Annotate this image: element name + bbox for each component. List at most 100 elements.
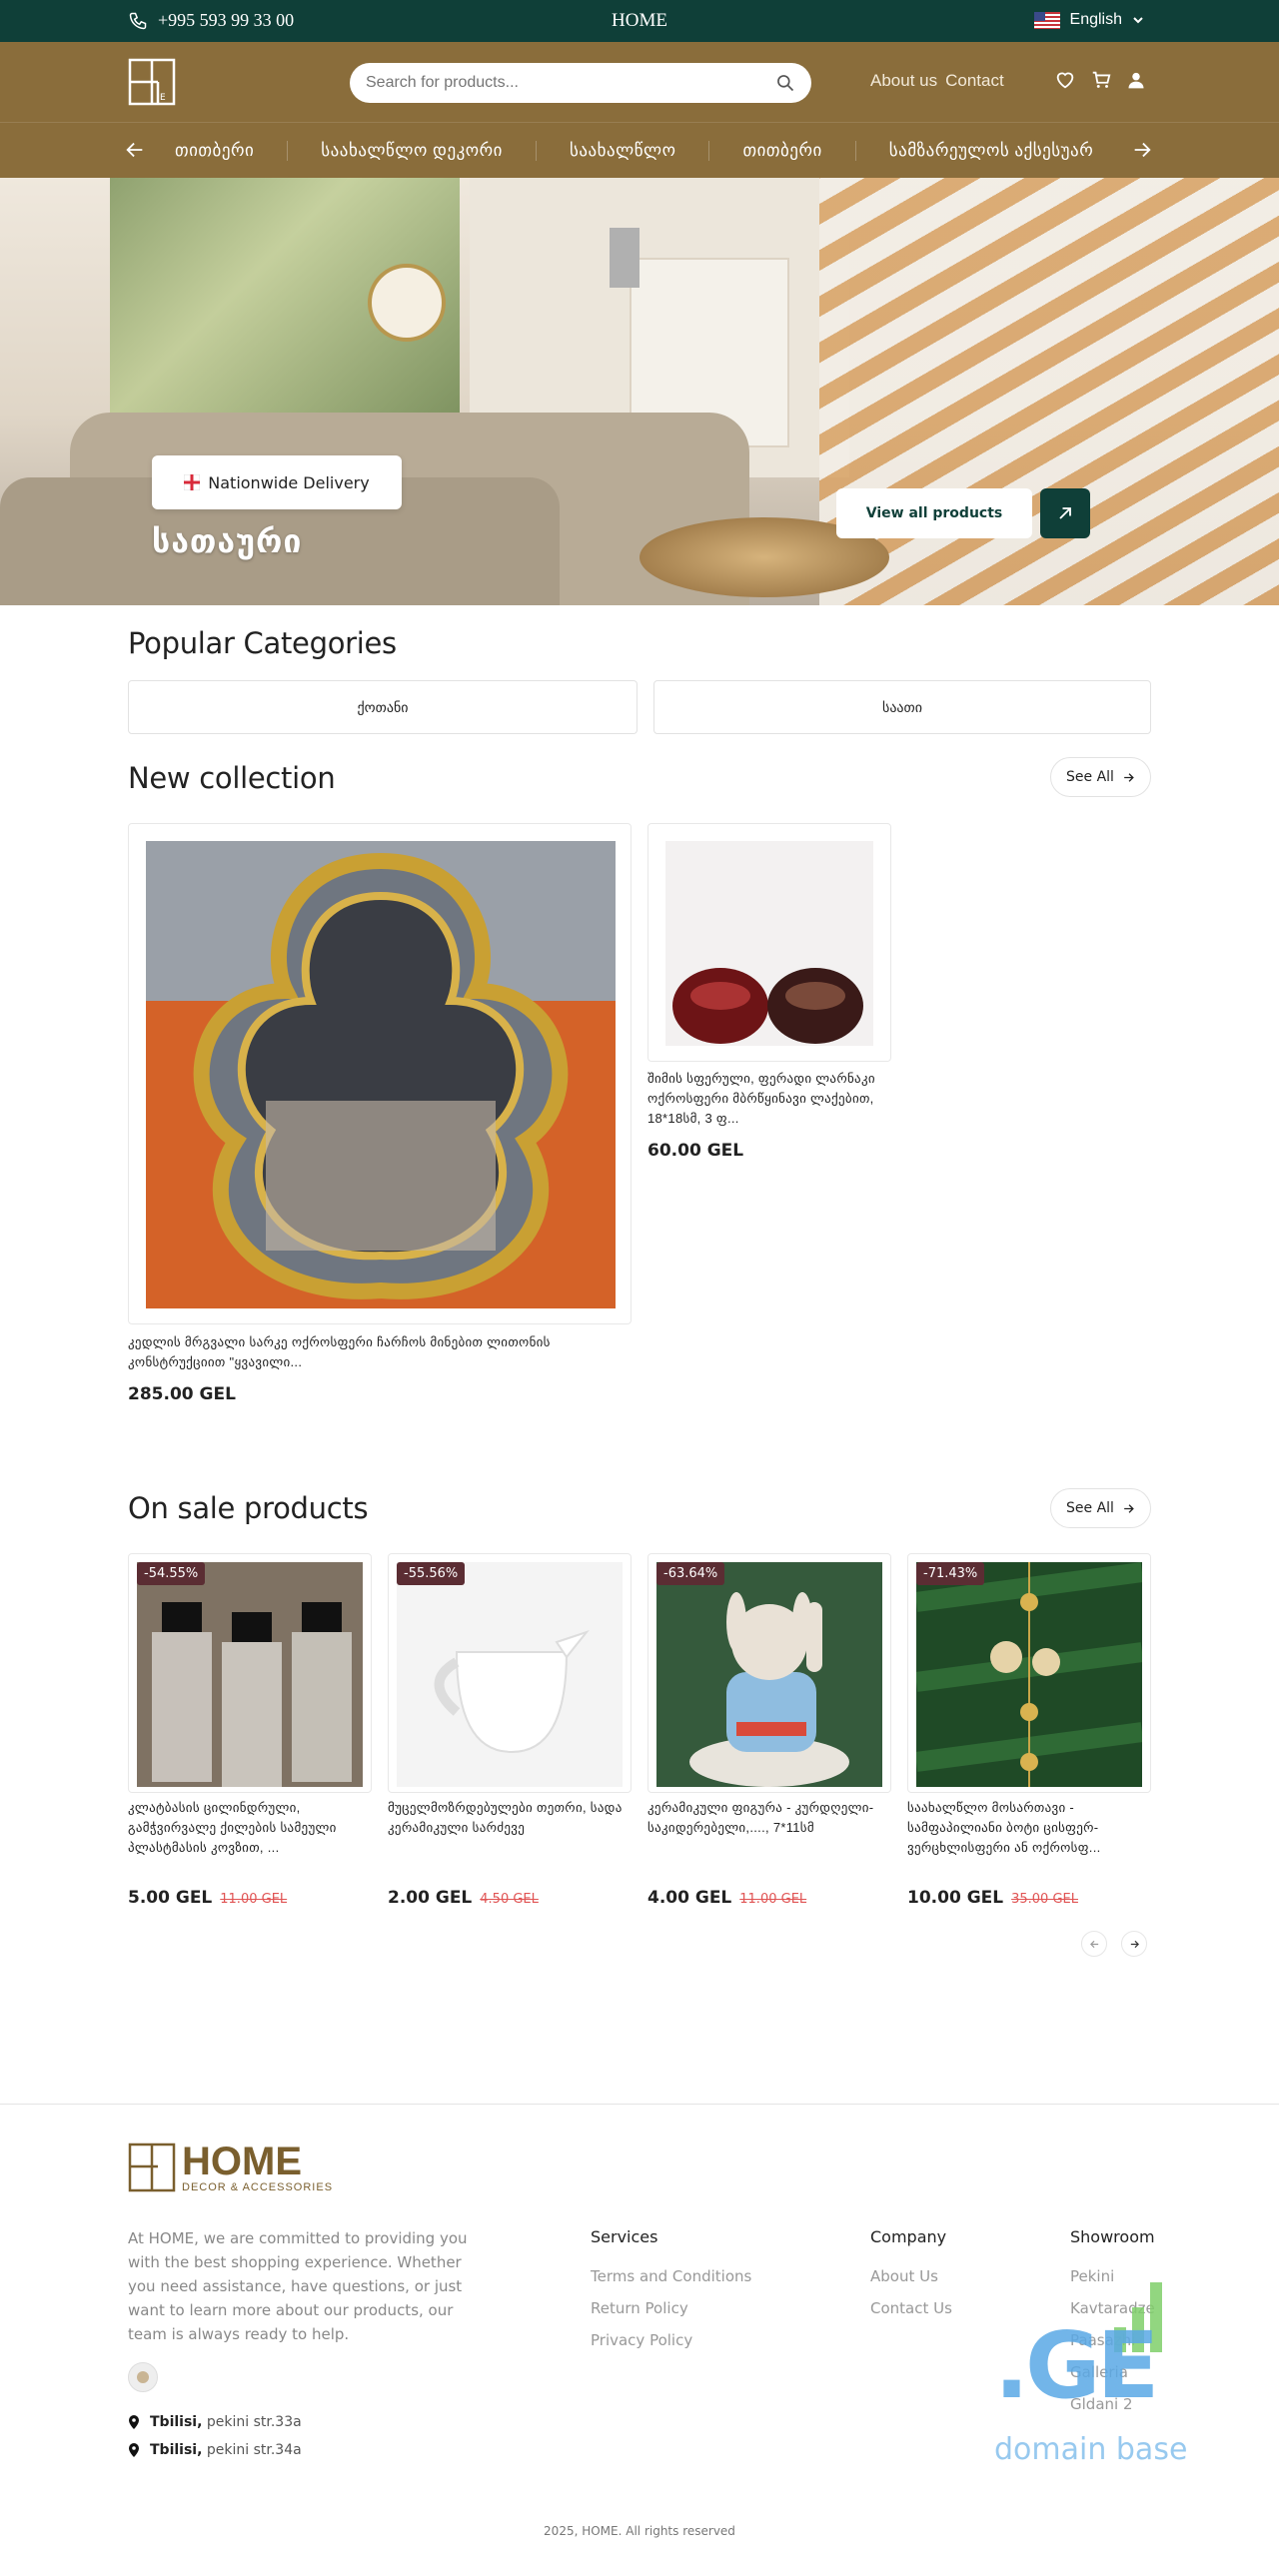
hero-lamp-image — [610, 228, 640, 288]
logo[interactable]: E — [128, 58, 176, 106]
category-nav: თითბერი საახალწლო დეკორი საახალწლო თითბე… — [0, 122, 1279, 178]
discount-badge: -55.56% — [397, 1562, 466, 1585]
search-bar — [350, 63, 811, 103]
delivery-badge-label: Nationwide Delivery — [208, 472, 370, 492]
product-title[interactable]: კერამიკული ფიგურა - კურდღელი-საკიდერებელ… — [647, 1798, 892, 1838]
view-all-products-button[interactable]: View all products — [836, 488, 1032, 538]
product-image[interactable] — [665, 841, 873, 1046]
phone-link[interactable]: +995 593 99 33 00 — [128, 10, 294, 31]
discount-badge: -71.43% — [916, 1562, 985, 1585]
hero-banner: Nationwide Delivery სათაური View all pro… — [0, 178, 1279, 605]
address-line: Tbilisi, pekini str.34a — [128, 2442, 302, 2458]
product-title[interactable]: კედლის მრგვალი სარკე ოქროსფერი ჩარჩოს მი… — [128, 1332, 628, 1372]
see-all-button[interactable]: See All — [1050, 757, 1151, 797]
product-image[interactable] — [916, 1562, 1142, 1787]
cart-icon[interactable] — [1090, 69, 1112, 91]
arrow-left-icon — [1089, 1940, 1098, 1948]
footer-logo-word: HOME — [182, 2140, 302, 2183]
see-all-button[interactable]: See All — [1050, 1488, 1151, 1528]
product-card[interactable]: -55.56% — [388, 1553, 632, 1793]
svg-text:E: E — [160, 93, 166, 103]
arrow-left-icon[interactable] — [124, 139, 146, 161]
social-logo-icon — [137, 2371, 149, 2383]
location-pin-icon — [129, 2415, 139, 2429]
product-title[interactable]: საახალწლო მოსართავი - სამფაპილიანი ბოტი … — [907, 1798, 1152, 1858]
language-label: English — [1069, 11, 1122, 28]
product-card[interactable]: -63.64% — [647, 1553, 891, 1793]
category-nav-item[interactable]: საახალწლო დეკორი — [288, 141, 537, 161]
product-image[interactable] — [146, 841, 616, 1308]
see-all-label: See All — [1066, 1500, 1114, 1516]
category-nav-item[interactable]: თითბერი — [709, 141, 856, 161]
hero-title: სათაური — [152, 523, 303, 559]
address-line: Tbilisi, pekini str.33a — [128, 2414, 302, 2430]
delivery-badge: Nationwide Delivery — [152, 455, 402, 509]
chevron-down-icon — [1133, 17, 1143, 24]
address-street: pekini str.33a — [206, 2414, 302, 2430]
search-input[interactable] — [366, 74, 775, 92]
product-price: 4.00 GEL 11.00 GEL — [647, 1888, 806, 1908]
privacy-policy-link[interactable]: Privacy Policy — [591, 2331, 692, 2349]
product-image[interactable] — [397, 1562, 623, 1787]
old-price: 35.00 GEL — [1011, 1892, 1078, 1907]
product-title[interactable]: შიმის სფერული, ფერადი ლარნაკი ოქროსფერი … — [647, 1069, 897, 1129]
main-header: E About us Contact — [0, 42, 1279, 122]
about-us-footer-link[interactable]: About Us — [870, 2267, 938, 2285]
footer-logo[interactable]: HOME DECOR & ACCESSORIES — [128, 2142, 333, 2193]
contact-link[interactable]: Contact — [945, 71, 1004, 91]
arrow-right-icon[interactable] — [1131, 139, 1153, 161]
us-flag-icon — [1033, 11, 1060, 29]
product-card[interactable] — [647, 823, 891, 1062]
discount-badge: -54.55% — [137, 1562, 206, 1585]
old-price: 4.50 GEL — [480, 1892, 539, 1907]
sale-price: 4.00 GEL — [647, 1888, 732, 1908]
discount-badge: -63.64% — [656, 1562, 725, 1585]
product-image[interactable] — [656, 1562, 882, 1787]
product-price: 2.00 GEL 4.50 GEL — [388, 1888, 539, 1908]
sale-price: 10.00 GEL — [907, 1888, 1004, 1908]
language-selector[interactable]: English — [1033, 11, 1144, 29]
footer-about-text: At HOME, we are committed to providing y… — [128, 2229, 468, 2343]
category-nav-item[interactable]: თითბერი — [160, 141, 289, 161]
location-pin-icon — [129, 2443, 139, 2457]
search-icon[interactable] — [775, 73, 795, 93]
old-price: 11.00 GEL — [739, 1892, 807, 1907]
product-price: 60.00 GEL — [647, 1141, 744, 1161]
product-title[interactable]: კლატბასის ცილინდრული, გამჭვირვალე ქილები… — [128, 1798, 373, 1858]
product-image[interactable] — [137, 1562, 363, 1787]
creamer-image — [397, 1562, 623, 1787]
product-price: 10.00 GEL 35.00 GEL — [907, 1888, 1078, 1908]
view-all-arrow-button[interactable] — [1040, 488, 1090, 538]
old-price: 11.00 GEL — [220, 1892, 288, 1907]
product-card[interactable]: -71.43% — [907, 1553, 1151, 1793]
contact-us-footer-link[interactable]: Contact Us — [870, 2299, 952, 2317]
category-nav-item[interactable]: საახალწლო — [537, 141, 710, 161]
ornament-image — [916, 1562, 1142, 1787]
category-nav-item[interactable]: სამზარეულოს აქსესუარ — [856, 141, 1126, 161]
category-card[interactable]: ქოთანი — [128, 680, 638, 734]
product-price: 5.00 GEL 11.00 GEL — [128, 1888, 287, 1908]
carousel-next-button[interactable] — [1121, 1931, 1147, 1957]
product-card[interactable] — [128, 823, 632, 1324]
return-policy-link[interactable]: Return Policy — [591, 2299, 688, 2317]
sale-price: 2.00 GEL — [388, 1888, 473, 1908]
user-icon[interactable] — [1126, 70, 1146, 90]
phone-icon — [129, 12, 147, 29]
figurine-image — [656, 1562, 882, 1787]
terms-link[interactable]: Terms and Conditions — [591, 2267, 751, 2285]
arrow-up-right-icon — [1059, 507, 1071, 519]
product-title[interactable]: მუცელმოზრდებულები თეთრი, სადა კერამიკული… — [388, 1798, 633, 1838]
category-card[interactable]: საათი — [653, 680, 1151, 734]
product-card[interactable]: -54.55% — [128, 1553, 372, 1793]
carousel-prev-button[interactable] — [1081, 1931, 1107, 1957]
mirror-image — [146, 841, 616, 1308]
arrow-right-icon — [1124, 772, 1134, 782]
showroom-heading: Showroom — [1070, 2227, 1155, 2246]
social-avatar-icon[interactable] — [128, 2362, 158, 2392]
popular-categories-title: Popular Categories — [128, 626, 397, 660]
about-us-link[interactable]: About us — [870, 71, 937, 91]
new-collection-title: New collection — [128, 761, 336, 795]
heart-icon[interactable] — [1054, 69, 1076, 91]
services-heading: Services — [591, 2227, 658, 2246]
copyright: 2025, HOME. All rights reserved — [544, 2524, 735, 2538]
